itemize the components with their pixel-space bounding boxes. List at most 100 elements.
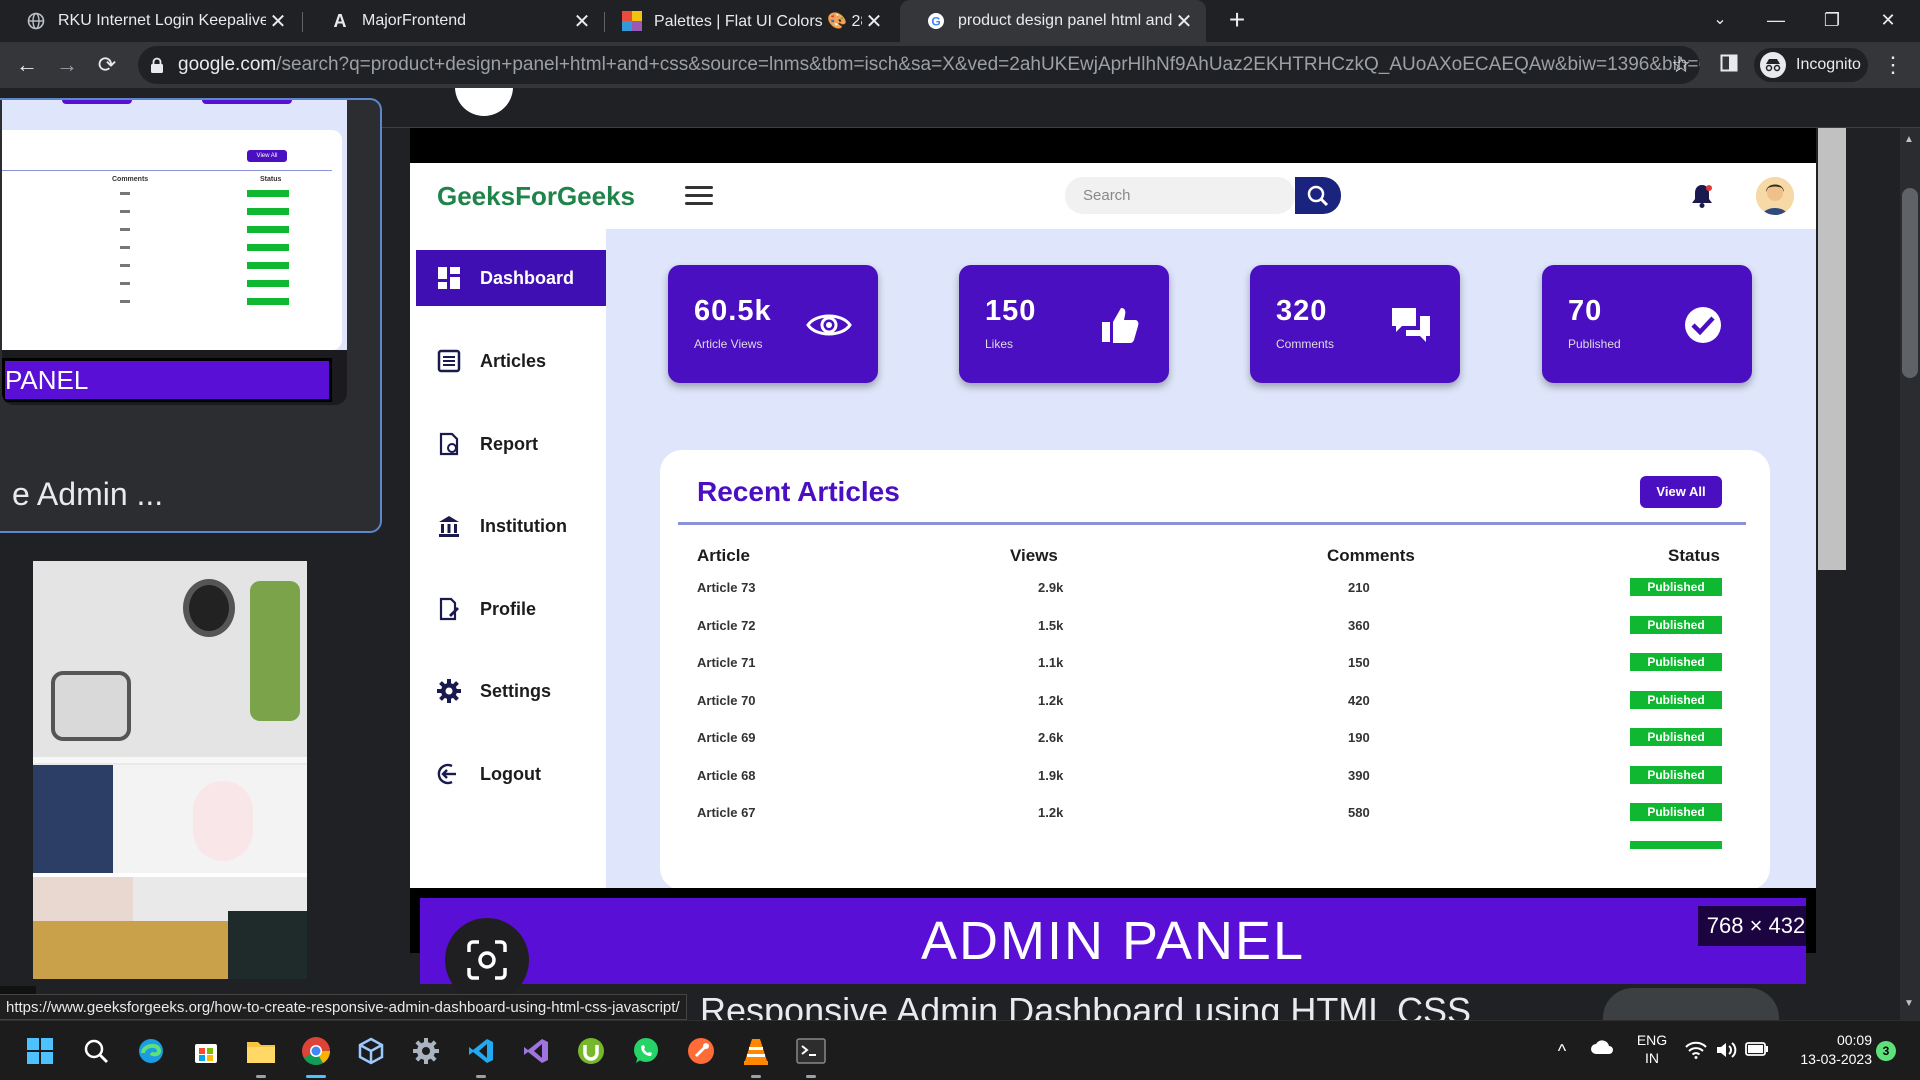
address-bar[interactable]: google.com/search?q=product+design+panel…	[138, 46, 1700, 84]
whatsapp-icon[interactable]	[630, 1035, 662, 1067]
thumb-col-comments: Comments	[112, 176, 149, 183]
recent-articles-panel: Recent Articles View All Article Views C…	[660, 450, 1770, 888]
dashboard-sidebar: Dashboard Articles Report Institution Pr…	[410, 229, 606, 888]
notification-badge[interactable]: 3	[1876, 1041, 1896, 1061]
thumb-row-value	[120, 264, 130, 267]
tab-title: Palettes | Flat UI Colors 🎨 280 h	[654, 13, 862, 30]
nav-label: Profile	[480, 598, 537, 619]
clock[interactable]: 00:09 13-03-2023	[1776, 1021, 1872, 1080]
result-thumbnail-admin[interactable]: View All Comments Status PANEL	[2, 100, 347, 405]
window-close-button[interactable]: ✕	[1860, 0, 1916, 42]
running-indicator-active	[306, 1075, 326, 1078]
nav-label: Logout	[480, 763, 541, 784]
result-card-admin[interactable]: View All Comments Status PANEL e Admin .…	[0, 98, 382, 533]
scroll-up-icon[interactable]: ▲	[1904, 134, 1914, 145]
page-scrollbar-thumb[interactable]	[1902, 188, 1918, 378]
browser-menu-icon[interactable]: ⋮	[1876, 48, 1910, 82]
result-thumbnail-collage[interactable]	[33, 561, 307, 979]
chrome-icon[interactable]	[300, 1035, 332, 1067]
visual-studio-icon[interactable]	[520, 1035, 552, 1067]
maximize-button[interactable]: ❐	[1804, 0, 1860, 42]
utorrent-icon[interactable]	[575, 1035, 607, 1067]
new-tab-button[interactable]: +	[1220, 4, 1254, 38]
edge-browser-icon[interactable]	[135, 1035, 167, 1067]
tray-overflow-chevron-icon[interactable]: ^	[1550, 1021, 1574, 1080]
image-preview[interactable]: GeeksForGeeks Search Dashboard Articles	[410, 128, 1816, 984]
back-arrow-icon[interactable]: ←	[10, 48, 44, 82]
tab-close-icon[interactable]: ✕	[862, 9, 886, 34]
volume-icon[interactable]	[1714, 1021, 1738, 1080]
tab-title: RKU Internet Login Keepalive Pag	[58, 12, 266, 29]
tab-close-icon[interactable]: ✕	[1172, 9, 1196, 34]
minimize-button[interactable]: —	[1748, 0, 1804, 42]
circle-button-partial[interactable]	[455, 88, 513, 116]
incognito-badge[interactable]: Incognito	[1754, 48, 1868, 82]
search-icon[interactable]	[80, 1035, 112, 1067]
thumb-panel-label: PANEL	[2, 358, 332, 402]
postman-icon[interactable]	[685, 1035, 717, 1067]
nav-item-profile: Profile	[410, 581, 606, 637]
status-badge-partial	[1630, 840, 1722, 849]
cell-views: 2.9k	[1038, 580, 1064, 595]
tab-rku[interactable]: RKU Internet Login Keepalive Pag ✕	[0, 0, 300, 42]
status-badge: Published	[1630, 653, 1722, 671]
scroll-down-icon[interactable]: ▼	[1904, 998, 1914, 1009]
settings-gear-icon[interactable]	[410, 1035, 442, 1067]
lock-icon[interactable]	[150, 57, 164, 73]
running-indicator	[256, 1075, 266, 1078]
tab-close-icon[interactable]: ✕	[266, 9, 290, 34]
view-all-button: View All	[1640, 476, 1722, 508]
cell-article: Article 68	[697, 767, 756, 783]
forward-arrow-icon[interactable]: →	[50, 48, 84, 82]
file-explorer-icon[interactable]	[245, 1035, 277, 1067]
language-indicator[interactable]: ENG IN	[1630, 1021, 1674, 1080]
tab-search-chevron-icon[interactable]: ⌄	[1692, 0, 1748, 42]
comments-icon	[1388, 303, 1434, 347]
google-lens-button[interactable]	[445, 918, 529, 1002]
result-title-admin[interactable]: e Admin ...	[12, 476, 163, 513]
thumb-row-badge	[247, 244, 289, 251]
nav-item-dashboard: Dashboard	[416, 250, 606, 306]
preview-caption[interactable]: Responsive Admin Dashboard using HTML CS…	[700, 990, 1471, 1020]
flower-image	[193, 781, 253, 861]
tab-product-design-active[interactable]: G product design panel html and c ✕	[900, 0, 1206, 42]
search-results-area: View All Comments Status PANEL e Admin .…	[0, 88, 1920, 1020]
check-circle-icon	[1680, 303, 1726, 347]
windows-start-icon[interactable]	[24, 1035, 56, 1067]
tab-majorfrontend[interactable]: A MajorFrontend ✕	[304, 0, 604, 42]
microsoft-store-icon[interactable]	[190, 1035, 222, 1067]
side-panel-icon[interactable]	[1712, 48, 1746, 82]
vscode-icon[interactable]	[465, 1035, 497, 1067]
tab-divider	[302, 12, 303, 32]
status-badge: Published	[1630, 728, 1722, 746]
stat-value: 60.5k	[694, 295, 772, 327]
incognito-label: Incognito	[1796, 56, 1861, 73]
visit-button[interactable]	[1603, 988, 1779, 1020]
thumb-row-value	[120, 246, 130, 249]
preview-scrollbar[interactable]	[1818, 128, 1846, 570]
stat-value: 150	[985, 295, 1037, 327]
google-icon: G	[926, 11, 946, 31]
wifi-icon[interactable]	[1684, 1021, 1708, 1080]
status-bar-url: https://www.geeksforgeeks.org/how-to-cre…	[0, 994, 687, 1020]
virtualbox-icon[interactable]	[355, 1035, 387, 1067]
cell-comments: 190	[1348, 730, 1370, 745]
tab-palettes[interactable]: Palettes | Flat UI Colors 🎨 280 h ✕	[596, 0, 896, 42]
battery-icon[interactable]	[1744, 1021, 1770, 1080]
col-header-article: Article	[697, 546, 750, 565]
report-icon	[436, 431, 462, 457]
letter-a-icon: A	[333, 10, 347, 31]
tab-close-icon[interactable]: ✕	[570, 9, 594, 34]
cell-article: Article 72	[697, 617, 756, 633]
terminal-icon[interactable]	[795, 1035, 827, 1067]
reload-icon[interactable]: ⟳	[90, 48, 124, 82]
bookmark-star-icon[interactable]: ☆	[1664, 48, 1698, 82]
onedrive-cloud-icon[interactable]	[1588, 1021, 1616, 1080]
search-icon	[1295, 177, 1341, 214]
nav-label: Institution	[480, 515, 567, 536]
vlc-icon[interactable]	[740, 1035, 772, 1067]
globe-icon	[26, 11, 46, 31]
thumb-row-badge	[247, 190, 289, 197]
status-badge: Published	[1630, 615, 1722, 634]
stat-value: 70	[1568, 295, 1603, 327]
